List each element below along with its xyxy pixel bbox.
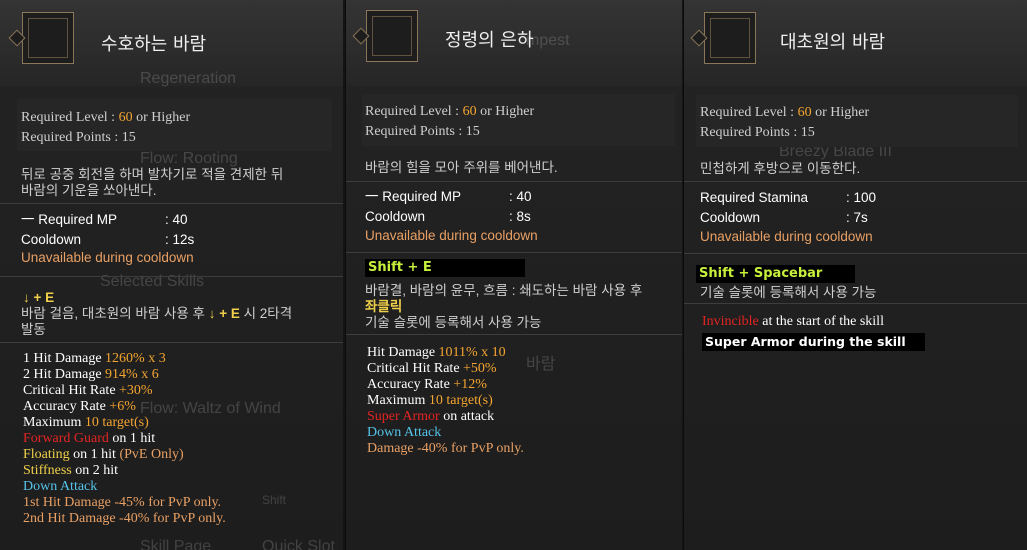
divider	[0, 276, 343, 277]
background-skill-label: Skill Page	[140, 538, 212, 550]
stat-line: Accuracy Rate +12%	[367, 377, 487, 392]
pvp-note: 1st Hit Damage -45% for PvP only.	[23, 495, 222, 510]
required-level: Required Level : 60 or Higher	[700, 105, 870, 120]
divider	[684, 253, 1027, 254]
effect-line: Invincible at the start of the skill	[702, 314, 884, 329]
stat-line: Maximum 10 target(s)	[367, 393, 493, 408]
effect-line: Floating on 1 hit (PvE Only)	[23, 447, 184, 462]
command-key: ↓ + E	[23, 290, 55, 305]
skill-tooltip-guarding-wind: Regeneration Flow: Rooting Selected Skil…	[0, 0, 343, 550]
skill-icon-frame	[8, 12, 74, 64]
down-attack: Down Attack	[23, 479, 98, 494]
background-skill-label: Flow: Waltz of Wind	[140, 400, 281, 417]
stat-line: 2 Hit Damage 914% x 6	[23, 367, 159, 382]
cooldown-value: : 8s	[509, 209, 531, 224]
command-description: 바람결, 바람의 윤무, 흐름 : 쇄도하는 바람 사용 후	[365, 283, 643, 298]
description-line: 뒤로 공중 회전을 하며 발차기로 적을 견제한 뒤	[21, 167, 284, 182]
effect-line: Super Armor on attack	[367, 409, 495, 424]
command-description: 기술 슬롯에 등록해서 사용 가능	[365, 315, 542, 330]
stat-line: Maximum 10 target(s)	[23, 415, 149, 430]
skill-title: 정령의 은하	[445, 30, 534, 51]
cooldown-note: Unavailable during cooldown	[700, 229, 873, 244]
command-click: 좌클릭	[365, 299, 403, 314]
required-level: Required Level : 60 or Higher	[21, 110, 191, 125]
description-line: 민첩하게 후방으로 이동한다.	[700, 161, 861, 176]
skill-tooltip-spirit-galaxy: mpest ision 바람 정령의 은하 Required Level : 6…	[345, 0, 682, 550]
effect-line: Forward Guard on 1 hit	[23, 431, 156, 446]
required-points: Required Points : 15	[21, 130, 136, 145]
cost-value: : 40	[509, 189, 532, 204]
effect-line: Stiffness on 2 hit	[23, 463, 119, 478]
required-points: Required Points : 15	[700, 125, 815, 140]
cost-value: : 40	[165, 212, 188, 227]
down-attack: Down Attack	[367, 425, 442, 440]
cooldown-label: Cooldown	[21, 232, 82, 247]
cooldown-note: Unavailable during cooldown	[365, 228, 538, 243]
pvp-note: 2nd Hit Damage -40% for PvP only.	[23, 511, 226, 526]
command-description: 발동	[21, 322, 46, 337]
cooldown-value: : 7s	[846, 210, 868, 225]
cost-label: 一 Required MP	[21, 212, 118, 227]
description-line: 바람의 힘을 모아 주위를 베어낸다.	[365, 160, 558, 175]
description-line: 바람의 기운을 쏘아낸다.	[21, 183, 157, 198]
stat-line: Accuracy Rate +6%	[23, 399, 136, 414]
cooldown-label: Cooldown	[365, 209, 426, 224]
background-skill-label: Quick Slot	[262, 538, 335, 550]
stat-line: Hit Damage 1011% x 10	[367, 345, 506, 360]
divider	[684, 181, 1027, 182]
pvp-note: Damage -40% for PvP only.	[367, 441, 524, 456]
cost-label: 一 Required MP	[365, 189, 462, 204]
command-key: Shift + E	[365, 259, 525, 277]
divider	[0, 342, 343, 343]
background-skill-label: Regeneration	[140, 70, 237, 87]
stat-line: Critical Hit Rate +50%	[367, 361, 497, 376]
skill-title: 수호하는 바람	[101, 34, 207, 55]
divider	[346, 252, 682, 253]
divider	[0, 203, 343, 204]
super-armor-line: Super Armor during the skill	[702, 333, 925, 351]
skill-icon-frame	[352, 10, 418, 62]
command-description: 바람 걸음, 대초원의 바람 사용 후 ↓ + E 시 2타격	[21, 306, 293, 321]
command-description: 기술 슬롯에 등록해서 사용 가능	[700, 285, 877, 300]
required-level: Required Level : 60 or Higher	[365, 104, 535, 119]
divider	[346, 181, 682, 182]
background-skill-label: Shift	[262, 493, 287, 507]
cooldown-note: Unavailable during cooldown	[21, 250, 194, 265]
divider	[684, 303, 1027, 304]
skill-icon-frame	[690, 12, 756, 64]
required-points: Required Points : 15	[365, 124, 480, 139]
divider	[346, 334, 682, 335]
stat-line: 1 Hit Damage 1260% x 3	[23, 351, 166, 366]
skill-title: 대초원의 바람	[780, 32, 886, 53]
cost-label: Required Stamina	[700, 190, 809, 205]
cost-value: : 100	[846, 190, 877, 205]
cooldown-value: : 12s	[165, 232, 195, 247]
cooldown-label: Cooldown	[700, 210, 761, 225]
stat-line: Critical Hit Rate +30%	[23, 383, 153, 398]
background-skill-label: 바람	[526, 356, 556, 373]
skill-tooltip-steppe-wind: Breezy Blade III 대초원의 바람 Required Level …	[683, 0, 1027, 550]
command-key: Shift + Spacebar	[696, 265, 855, 283]
